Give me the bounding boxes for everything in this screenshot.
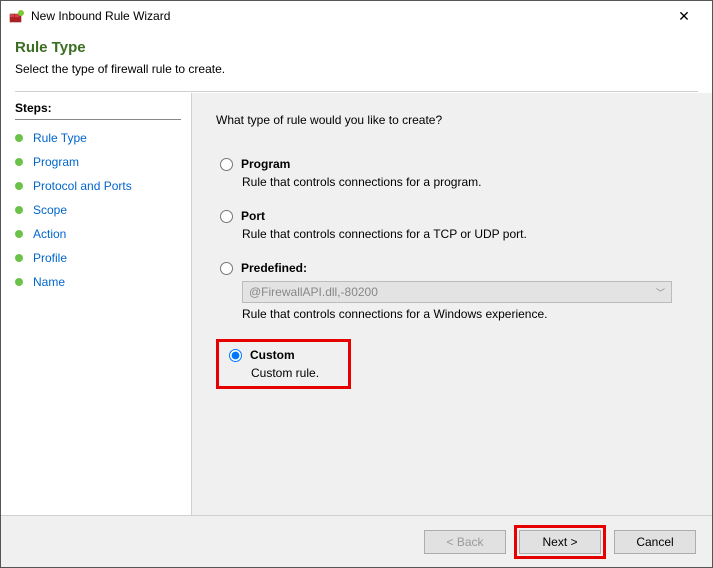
step-bullet-icon xyxy=(15,158,23,166)
option-custom-desc: Custom rule. xyxy=(251,366,338,380)
step-link[interactable]: Action xyxy=(33,227,66,241)
step-rule-type[interactable]: Rule Type xyxy=(15,126,191,150)
option-custom-label: Custom xyxy=(250,348,295,362)
steps-heading: Steps: xyxy=(15,99,181,120)
step-link[interactable]: Profile xyxy=(33,251,67,265)
content-area: Steps: Rule Type Program Protocol and Po… xyxy=(1,93,712,515)
radio-program[interactable] xyxy=(220,158,233,171)
close-button[interactable]: ✕ xyxy=(664,2,704,30)
page-title: Rule Type xyxy=(15,39,698,56)
step-bullet-icon xyxy=(15,206,23,214)
step-link[interactable]: Program xyxy=(33,155,79,169)
predefined-dropdown: @FirewallAPI.dll,-80200 ﹀ xyxy=(242,281,672,303)
radio-custom[interactable] xyxy=(229,349,242,362)
step-protocol-ports[interactable]: Protocol and Ports xyxy=(15,174,191,198)
step-bullet-icon xyxy=(15,278,23,286)
option-predefined-label: Predefined: xyxy=(241,261,307,275)
option-predefined-desc: Rule that controls connections for a Win… xyxy=(242,307,684,321)
option-port-label: Port xyxy=(241,209,265,223)
step-profile[interactable]: Profile xyxy=(15,246,191,270)
firewall-icon xyxy=(9,8,25,24)
step-link[interactable]: Scope xyxy=(33,203,67,217)
step-link[interactable]: Name xyxy=(33,275,65,289)
window-title: New Inbound Rule Wizard xyxy=(31,9,170,23)
option-port: Port Rule that controls connections for … xyxy=(216,207,688,243)
step-program[interactable]: Program xyxy=(15,150,191,174)
radio-predefined[interactable] xyxy=(220,262,233,275)
step-link[interactable]: Rule Type xyxy=(33,131,87,145)
option-port-desc: Rule that controls connections for a TCP… xyxy=(242,227,684,241)
predefined-selected-value: @FirewallAPI.dll,-80200 xyxy=(249,285,378,299)
option-program-label: Program xyxy=(241,157,290,171)
chevron-down-icon: ﹀ xyxy=(656,286,665,299)
wizard-footer: < Back Next > Cancel xyxy=(1,515,712,567)
question-text: What type of rule would you like to crea… xyxy=(216,113,688,127)
step-bullet-icon xyxy=(15,230,23,238)
step-bullet-icon xyxy=(15,254,23,262)
highlight-next: Next > xyxy=(514,525,606,559)
page-subtitle: Select the type of firewall rule to crea… xyxy=(15,62,698,76)
step-bullet-icon xyxy=(15,182,23,190)
cancel-button[interactable]: Cancel xyxy=(614,530,696,554)
wizard-header: Rule Type Select the type of firewall ru… xyxy=(1,31,712,90)
close-icon: ✕ xyxy=(678,8,690,25)
step-name[interactable]: Name xyxy=(15,270,191,294)
titlebar: New Inbound Rule Wizard ✕ xyxy=(1,1,712,31)
steps-sidebar: Steps: Rule Type Program Protocol and Po… xyxy=(1,93,191,515)
option-custom: Custom Custom rule. xyxy=(225,346,342,382)
highlight-custom: Custom Custom rule. xyxy=(216,339,351,389)
option-program-desc: Rule that controls connections for a pro… xyxy=(242,175,684,189)
option-program: Program Rule that controls connections f… xyxy=(216,155,688,191)
step-bullet-icon xyxy=(15,134,23,142)
main-panel: What type of rule would you like to crea… xyxy=(192,93,712,515)
radio-port[interactable] xyxy=(220,210,233,223)
step-scope[interactable]: Scope xyxy=(15,198,191,222)
step-action[interactable]: Action xyxy=(15,222,191,246)
back-button: < Back xyxy=(424,530,506,554)
step-link[interactable]: Protocol and Ports xyxy=(33,179,132,193)
header-divider xyxy=(15,91,698,92)
next-button[interactable]: Next > xyxy=(519,530,601,554)
option-predefined: Predefined: @FirewallAPI.dll,-80200 ﹀ Ru… xyxy=(216,259,688,323)
